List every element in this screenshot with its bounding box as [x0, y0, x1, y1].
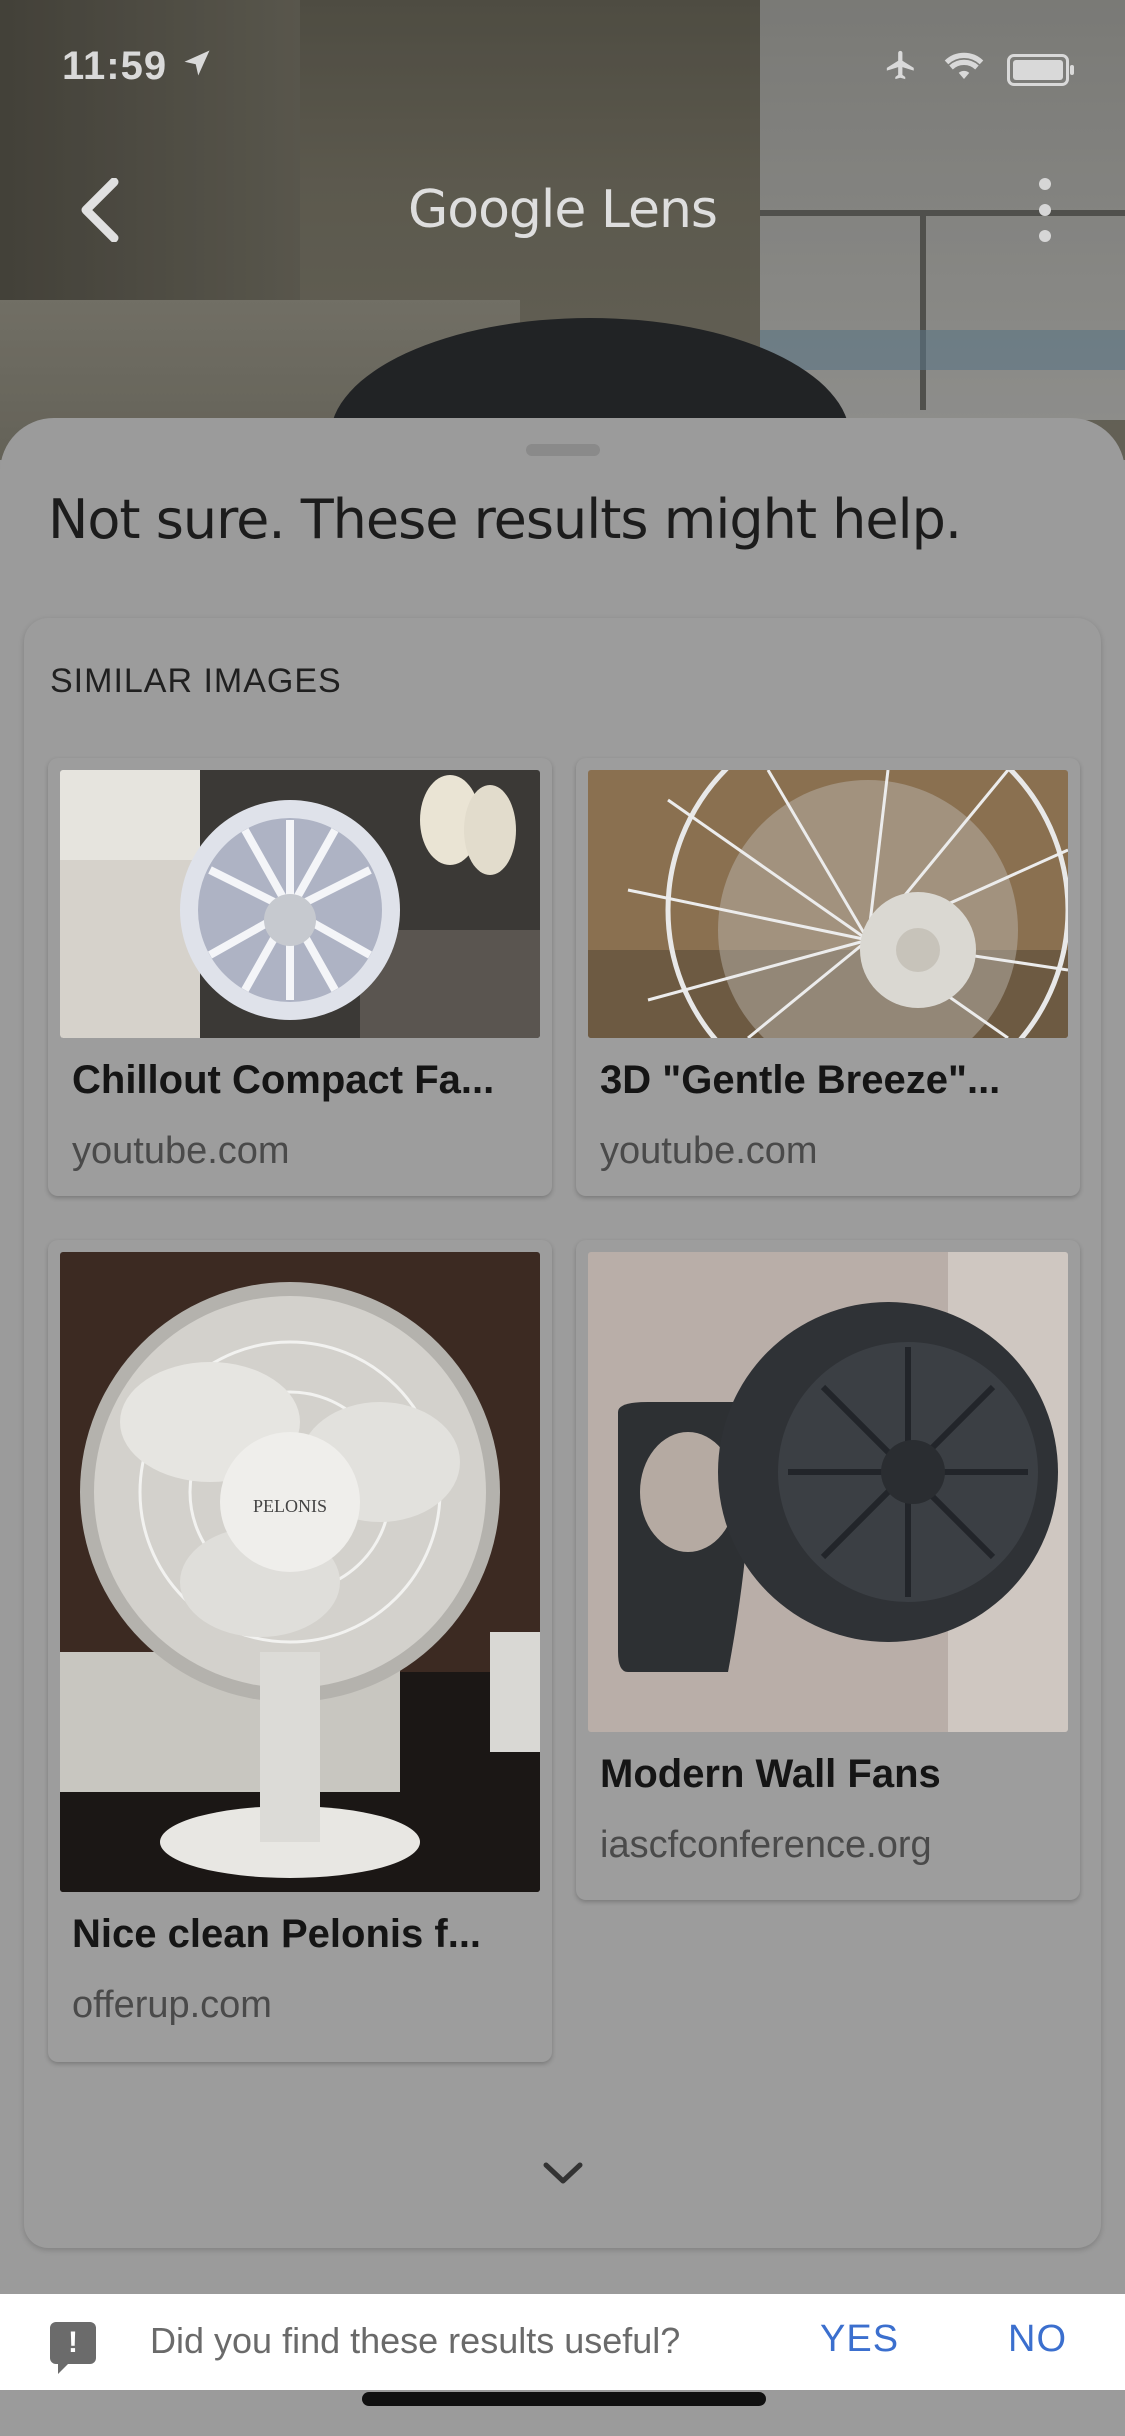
result-source: offerup.com: [72, 1984, 272, 2026]
result-thumbnail: [588, 770, 1068, 1038]
more-dot: [1039, 230, 1051, 242]
fan-image: [588, 770, 1068, 1038]
result-card[interactable]: PELONIS Nice clean Pelonis f... offerup.…: [48, 1240, 552, 2062]
result-card[interactable]: Chillout Compact Fa... youtube.com: [48, 758, 552, 1196]
fan-image: [60, 770, 540, 1038]
result-source: iascfconference.org: [600, 1824, 932, 1866]
wifi-icon: [943, 49, 985, 90]
chevron-down-icon: [543, 2162, 583, 2184]
more-options-button[interactable]: [1025, 178, 1065, 242]
result-title: Chillout Compact Fa...: [72, 1058, 495, 1102]
status-bar: 11:59: [62, 44, 1074, 96]
sheet-drag-handle[interactable]: [526, 444, 600, 456]
fan-image: [588, 1252, 1068, 1732]
airplane-icon: [881, 48, 921, 91]
result-title: Nice clean Pelonis f...: [72, 1912, 482, 1956]
more-dot: [1039, 204, 1051, 216]
similar-images-card: SIMILAR IMAGES Chillout Compact Fa... yo…: [24, 618, 1101, 2248]
feedback-no-button[interactable]: NO: [1008, 2318, 1067, 2361]
result-card[interactable]: Modern Wall Fans iascfconference.org: [576, 1240, 1080, 1900]
results-heading: Not sure. These results might help.: [48, 488, 962, 551]
results-sheet[interactable]: Not sure. These results might help. SIMI…: [0, 418, 1125, 2298]
feedback-alert-icon: !: [50, 2322, 96, 2374]
result-thumbnail: [588, 1252, 1068, 1732]
app-title: Google Lens: [408, 180, 718, 240]
fan-image: PELONIS: [60, 1252, 540, 1892]
battery-icon: [1007, 53, 1074, 86]
result-card[interactable]: 3D "Gentle Breeze"... youtube.com: [576, 758, 1080, 1196]
result-title: 3D "Gentle Breeze"...: [600, 1058, 1001, 1102]
result-thumbnail: PELONIS: [60, 1252, 540, 1892]
location-arrow-icon: [182, 48, 212, 87]
result-title: Modern Wall Fans: [600, 1752, 941, 1796]
home-indicator[interactable]: [362, 2392, 766, 2406]
feedback-question: Did you find these results useful?: [150, 2320, 681, 2361]
result-thumbnail: [60, 770, 540, 1038]
feedback-yes-button[interactable]: YES: [820, 2318, 899, 2361]
result-source: youtube.com: [72, 1130, 290, 1172]
status-right: [881, 48, 1074, 91]
show-more-button[interactable]: [540, 2158, 586, 2188]
section-title: SIMILAR IMAGES: [50, 662, 342, 700]
status-time: 11:59: [62, 44, 168, 88]
app-bar: Google Lens: [0, 170, 1125, 250]
feedback-bar: ! Did you find these results useful? YES…: [0, 2294, 1125, 2390]
result-source: youtube.com: [600, 1130, 818, 1172]
more-vertical-icon: [1039, 178, 1051, 190]
svg-text:PELONIS: PELONIS: [253, 1496, 327, 1516]
